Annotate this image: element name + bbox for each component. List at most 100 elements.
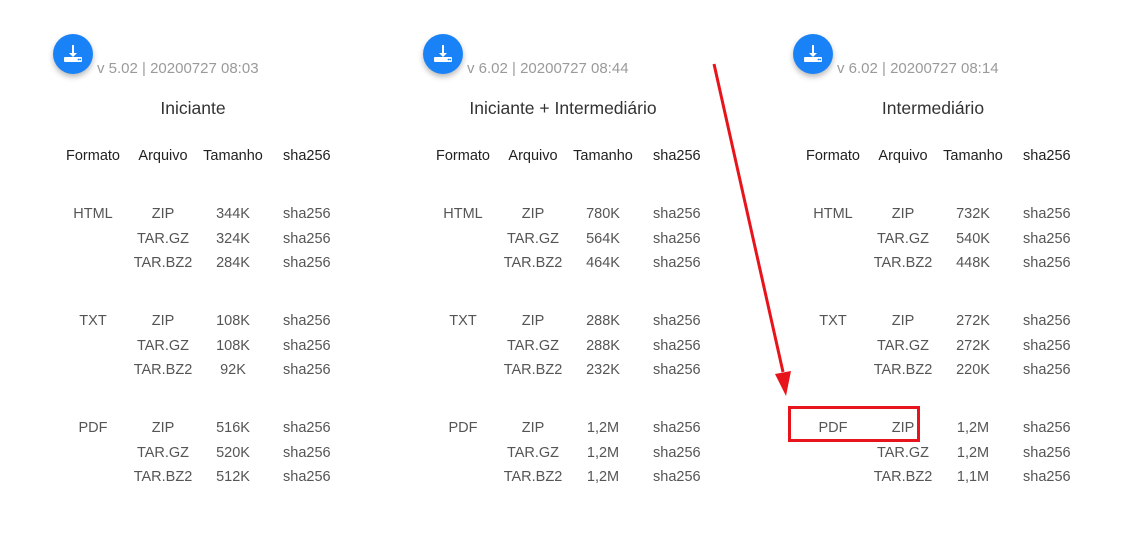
archive-download-link[interactable]: ZIP [868,312,938,330]
download-icon [804,45,822,62]
file-size: 520K [216,444,250,461]
format-label: TXT [79,313,107,329]
file-size: 288K [586,337,620,354]
archive-download-link[interactable]: TAR.GZ [498,230,568,248]
file-size: 324K [216,230,250,247]
archive-download-link[interactable]: TAR.BZ2 [128,254,198,272]
version-label: v 5.02 | 20200727 08:03 [97,60,259,77]
sha256-link[interactable]: sha256 [653,361,713,379]
archive-download-link[interactable]: ZIP [498,312,568,330]
header-format: Formato [66,148,120,164]
sha256-link[interactable]: sha256 [1023,230,1083,248]
archive-download-link[interactable]: TAR.BZ2 [498,361,568,379]
sha256-link[interactable]: sha256 [283,230,343,248]
sha256-link[interactable]: sha256 [653,468,713,486]
file-size: 540K [956,230,990,247]
archive-download-link[interactable]: TAR.GZ [498,444,568,462]
header-size: Tamanho [943,148,1003,164]
file-size: 288K [586,313,620,329]
sha256-link[interactable]: sha256 [283,468,343,486]
download-button[interactable] [423,34,463,74]
file-size: 1,2M [956,444,990,461]
format-label: TXT [449,313,477,329]
version-label: v 6.02 | 20200727 08:14 [837,60,999,77]
sha256-link[interactable]: sha256 [653,444,713,462]
archive-download-link[interactable]: TAR.GZ [128,230,198,248]
sha256-link[interactable]: sha256 [653,230,713,248]
sha256-link[interactable]: sha256 [1023,361,1083,379]
download-icon [434,45,452,62]
archive-download-link[interactable]: TAR.BZ2 [868,254,938,272]
archive-download-link[interactable]: ZIP [498,419,568,437]
panel-title: Iniciante [160,98,226,118]
archive-download-link[interactable]: ZIP [128,205,198,223]
header-archive: Arquivo [878,148,928,164]
sha256-link[interactable]: sha256 [1023,468,1083,486]
header-archive: Arquivo [508,148,558,164]
header-sha256: sha256 [1023,148,1071,164]
sha256-link[interactable]: sha256 [653,254,713,272]
file-size: 564K [586,230,620,247]
archive-download-link[interactable]: ZIP [128,312,198,330]
format-label: HTML [73,206,113,222]
file-size: 220K [956,362,990,378]
file-size: 1,1M [956,469,990,485]
download-panel: v 5.02 | 20200727 08:03 Iniciante Formato A… [53,0,383,550]
archive-download-link[interactable]: ZIP [498,205,568,223]
sha256-link[interactable]: sha256 [283,419,343,437]
download-icon [64,45,82,62]
file-size: 1,2M [586,444,620,461]
panel-title: Intermediário [881,98,985,118]
archive-download-link[interactable]: TAR.BZ2 [128,361,198,379]
archive-download-link[interactable]: TAR.BZ2 [498,468,568,486]
file-size: 732K [956,206,990,222]
file-size: 284K [216,255,250,271]
header-sha256: sha256 [653,148,701,164]
header-format: Formato [436,148,490,164]
sha256-link[interactable]: sha256 [653,337,713,355]
download-panel: v 6.02 | 20200727 08:44 Iniciante + Inter… [423,0,753,550]
archive-download-link[interactable]: ZIP [128,419,198,437]
file-size: 232K [586,362,620,378]
header-archive: Arquivo [138,148,188,164]
sha256-link[interactable]: sha256 [1023,312,1083,330]
sha256-link[interactable]: sha256 [653,205,713,223]
annotation-highlight-box [788,406,920,442]
file-size: 1,2M [586,469,620,485]
download-button[interactable] [793,34,833,74]
header-format: Formato [806,148,860,164]
sha256-link[interactable]: sha256 [283,361,343,379]
sha256-link[interactable]: sha256 [1023,444,1083,462]
archive-download-link[interactable]: TAR.GZ [868,444,938,462]
archive-download-link[interactable]: TAR.BZ2 [868,361,938,379]
archive-download-link[interactable]: ZIP [868,205,938,223]
sha256-link[interactable]: sha256 [283,337,343,355]
archive-download-link[interactable]: TAR.BZ2 [128,468,198,486]
download-button[interactable] [53,34,93,74]
download-panel: v 6.02 | 20200727 08:14 Intermediário Form… [793,0,1123,550]
archive-download-link[interactable]: TAR.GZ [498,337,568,355]
format-label: HTML [813,206,853,222]
sha256-link[interactable]: sha256 [653,312,713,330]
sha256-link[interactable]: sha256 [1023,337,1083,355]
header-sha256: sha256 [283,148,331,164]
format-label: TXT [819,313,847,329]
archive-download-link[interactable]: TAR.GZ [868,337,938,355]
sha256-link[interactable]: sha256 [283,205,343,223]
archive-download-link[interactable]: TAR.GZ [128,444,198,462]
panel-title: Iniciante + Intermediário [469,98,657,118]
archive-download-link[interactable]: TAR.BZ2 [868,468,938,486]
sha256-link[interactable]: sha256 [283,444,343,462]
archive-download-link[interactable]: TAR.GZ [128,337,198,355]
sha256-link[interactable]: sha256 [1023,254,1083,272]
file-size: 272K [956,313,990,329]
archive-download-link[interactable]: TAR.GZ [868,230,938,248]
archive-download-link[interactable]: TAR.BZ2 [498,254,568,272]
sha256-link[interactable]: sha256 [1023,419,1083,437]
file-size: 512K [216,469,250,485]
sha256-link[interactable]: sha256 [283,254,343,272]
sha256-link[interactable]: sha256 [283,312,343,330]
sha256-link[interactable]: sha256 [653,419,713,437]
file-size: 780K [586,206,620,222]
sha256-link[interactable]: sha256 [1023,205,1083,223]
